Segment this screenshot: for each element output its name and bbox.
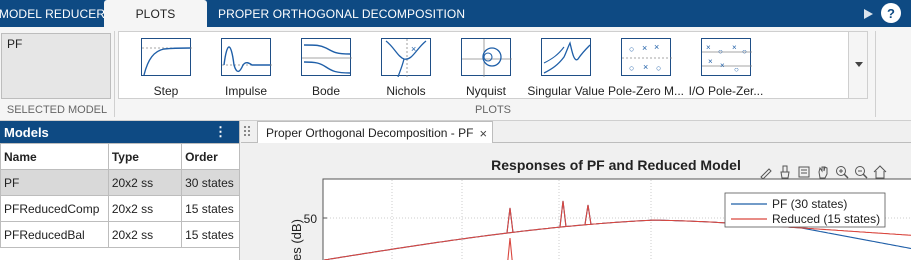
svg-text:○: ○ [656, 63, 661, 73]
table-row[interactable]: PFReducedBal 20x2 ss 15 states [0, 221, 240, 248]
app-tab-strip: MODEL REDUCER PLOTS PROPER ORTHOGONAL DE… [0, 0, 911, 27]
zoom-in-icon[interactable] [834, 164, 850, 180]
pole-zero-map-icon: ○ × × ○ × ○ [621, 38, 672, 76]
cell-type: 20x2 ss [107, 195, 183, 222]
svg-text:×: × [643, 62, 648, 72]
svg-text:○: ○ [718, 47, 723, 56]
section-divider [114, 31, 115, 117]
column-header-name[interactable]: Name [0, 143, 109, 170]
cell-type: 20x2 ss [107, 221, 183, 248]
edit-plot-icon[interactable] [758, 164, 774, 180]
plots-section-caption: PLOTS [474, 104, 512, 116]
cell-name: PF [0, 169, 109, 196]
nyquist-plot-icon [461, 38, 512, 77]
data-tips-icon[interactable] [796, 164, 812, 180]
gallery-item-io-pole-zero[interactable]: × ○ × ○ × × ○ I/O Pole-Zer... [681, 34, 763, 98]
impulse-response-icon [221, 38, 272, 76]
svg-text:×: × [642, 43, 647, 53]
model-reducer-app: MODEL REDUCER PLOTS PROPER ORTHOGONAL DE… [0, 0, 911, 260]
gallery-item-label: Nyquist [465, 84, 506, 98]
gallery-item-bode[interactable]: Bode [281, 34, 361, 98]
svg-text:○: ○ [734, 65, 739, 74]
table-header-row: Name Type Order [0, 143, 240, 170]
models-panel-title: Models [4, 124, 49, 140]
tab-model-reducer[interactable]: MODEL REDUCER [0, 0, 105, 27]
axes-toolbar [758, 164, 888, 182]
document-tab[interactable]: Proper Orthogonal Decomposition - PF × [257, 121, 493, 144]
nichols-plot-icon: × [381, 38, 431, 77]
gallery-item-label: Pole-Zero M... [607, 84, 685, 98]
table-row[interactable]: PFReducedComp 20x2 ss 15 states [0, 195, 240, 222]
plots-gallery: Step Impulse Bode × Nichols Nyquist Sing… [118, 31, 868, 99]
gallery-item-label: Step [153, 84, 179, 98]
cell-name: PFReducedBal [0, 221, 109, 248]
models-table: Name Type Order PF 20x2 ss 30 states PFR… [0, 143, 240, 248]
document-tab-title: Proper Orthogonal Decomposition - PF [266, 126, 474, 140]
tab-proper-orthogonal-decomposition[interactable]: PROPER ORTHOGONAL DECOMPOSITION [207, 0, 476, 27]
cell-name: PFReducedComp [0, 195, 109, 222]
response-chart[interactable]: Responses of PF and Reduced Model es (dB… [241, 143, 911, 260]
chart-title: Responses of PF and Reduced Model [491, 157, 741, 173]
selected-model-caption: SELECTED MODEL [6, 104, 108, 116]
column-header-order[interactable]: Order [181, 143, 240, 170]
collapse-toolstrip-icon[interactable] [864, 9, 873, 19]
bode-plot-icon [301, 38, 352, 76]
gallery-item-step[interactable]: Step [121, 34, 201, 98]
models-panel-header: Models ⋮ [0, 121, 239, 143]
gallery-item-label: Impulse [224, 84, 268, 98]
legend-entry-reduced: Reduced (15 states) [772, 212, 880, 226]
column-header-type[interactable]: Type [107, 143, 183, 170]
gallery-expand-button[interactable] [848, 31, 868, 99]
plots-toolstrip: PF SELECTED MODEL Step Impulse Bode × Ni… [0, 27, 911, 121]
cell-order: 30 states [181, 169, 240, 196]
document-tab-bar: Proper Orthogonal Decomposition - PF × [241, 121, 911, 144]
gallery-item-nichols[interactable]: × Nichols [361, 34, 441, 98]
svg-text:×: × [732, 43, 737, 52]
svg-text:○: ○ [629, 44, 634, 54]
gallery-item-pole-zero-map[interactable]: ○ × × ○ × ○ Pole-Zero M... [601, 34, 684, 98]
svg-text:×: × [708, 57, 713, 66]
close-icon[interactable]: × [479, 126, 487, 141]
pan-icon[interactable] [815, 164, 831, 180]
help-button[interactable]: ? [881, 3, 901, 23]
legend-entry-pf: PF (30 states) [772, 197, 847, 211]
svg-text:×: × [706, 43, 711, 52]
y-tick-label: 50 [304, 212, 318, 226]
gallery-item-singular-value[interactable]: Singular Value [521, 34, 605, 98]
svg-text:×: × [654, 42, 659, 52]
singular-value-icon [541, 38, 591, 76]
gallery-item-impulse[interactable]: Impulse [201, 34, 281, 98]
gallery-item-label: Nichols [386, 84, 426, 98]
io-pole-zero-icon: × ○ × ○ × × ○ [701, 38, 752, 76]
selected-model-field[interactable]: PF [1, 33, 111, 99]
plot-area: Responses of PF and Reduced Model es (dB… [241, 143, 911, 260]
svg-text:○: ○ [742, 47, 747, 56]
tab-plots[interactable]: PLOTS [104, 0, 207, 27]
gallery-item-nyquist[interactable]: Nyquist [441, 34, 521, 98]
cell-type: 20x2 ss [107, 169, 183, 196]
cell-order: 15 states [181, 195, 240, 222]
svg-text:×: × [720, 61, 725, 70]
zoom-out-icon[interactable] [853, 164, 869, 180]
table-row[interactable]: PF 20x2 ss 30 states [0, 169, 240, 196]
gallery-item-label: Bode [311, 84, 341, 98]
step-response-icon [141, 38, 192, 76]
brush-icon[interactable] [777, 164, 793, 180]
gallery-item-label: I/O Pole-Zer... [688, 84, 764, 98]
gallery-item-label: Singular Value [527, 84, 605, 98]
panel-menu-icon[interactable]: ⋮ [214, 124, 227, 140]
legend: PF (30 states) Reduced (15 states) [724, 192, 886, 228]
y-axis-label: es (dB) [289, 219, 304, 260]
drag-handle-icon[interactable] [243, 125, 253, 139]
svg-text:○: ○ [629, 63, 634, 73]
home-icon[interactable] [872, 164, 888, 180]
models-panel: Models ⋮ Name Type Order PF 20x2 ss 30 s… [0, 121, 240, 260]
cell-order: 15 states [181, 221, 240, 248]
section-divider [875, 31, 876, 117]
